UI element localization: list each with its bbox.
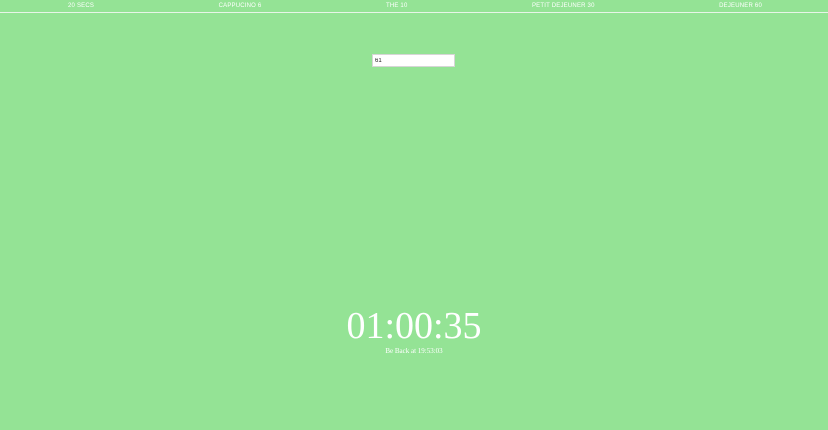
back-at-text: Be Back at 19:53:03 bbox=[385, 347, 443, 355]
nav-item-dejeuner[interactable]: DEJEUNER 60 bbox=[719, 3, 762, 9]
minutes-input[interactable] bbox=[372, 54, 455, 67]
nav-item-cappucino[interactable]: CAPPUCINO 6 bbox=[219, 3, 262, 9]
top-navigation: 20 SECS CAPPUCINO 6 THE 10 PETIT DEJEUNE… bbox=[0, 0, 828, 13]
nav-item-petit-dejeuner[interactable]: PETIT DEJEUNER 30 bbox=[532, 3, 595, 9]
nav-item-the[interactable]: THE 10 bbox=[386, 3, 408, 9]
nav-item-20-secs[interactable]: 20 SECS bbox=[68, 3, 94, 9]
countdown-timer: 01:00:35 bbox=[346, 305, 482, 347]
